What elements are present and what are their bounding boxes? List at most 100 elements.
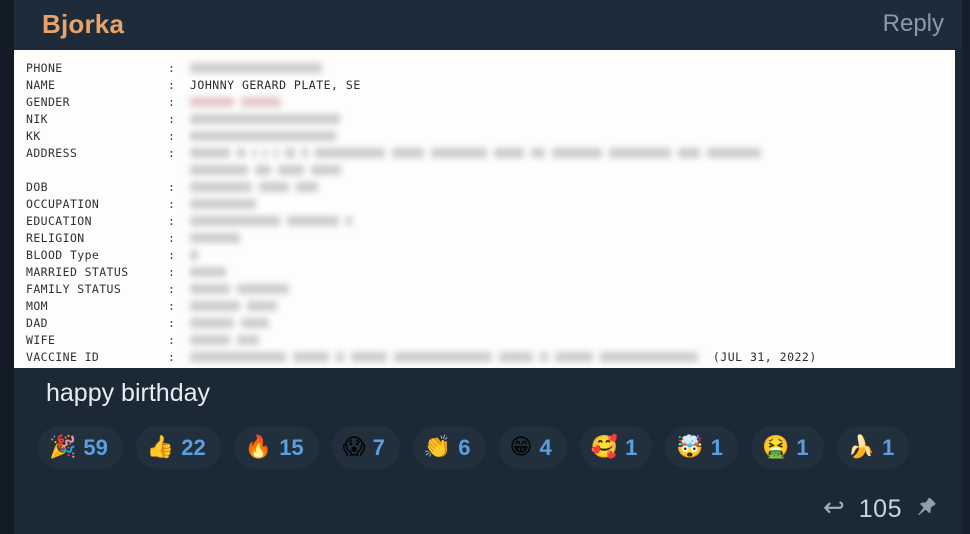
data-field-value-redacted	[190, 332, 817, 349]
reaction-chip-banana[interactable]: 🍌 1	[836, 426, 910, 469]
data-field-row: ADDRESS:	[26, 145, 817, 179]
thumbs-up-icon: 👍	[146, 434, 175, 460]
redaction-bar	[241, 96, 281, 107]
redaction-bar	[247, 300, 277, 311]
data-field-label: NIK	[26, 112, 48, 126]
data-field-value-redacted	[190, 196, 817, 213]
data-field-separator: :	[168, 95, 175, 109]
redaction-bar	[336, 351, 344, 362]
redaction-bar	[190, 334, 230, 345]
data-field-value-redacted	[190, 128, 817, 145]
data-field-row: OCCUPATION:	[26, 196, 817, 213]
redaction-bar	[394, 351, 492, 362]
leaked-data-document: PHONE: NAME: JOHNNY GERARD PLATE, SE GENDER…	[14, 50, 955, 368]
data-field-row: BLOOD Type:	[26, 247, 817, 264]
reaction-chip-fire[interactable]: 🔥 15	[233, 426, 319, 469]
redaction-bar	[278, 164, 304, 175]
redaction-bar	[311, 164, 341, 175]
reaction-chip-party-popper[interactable]: 🎉 59	[38, 426, 123, 469]
redaction-bar	[555, 351, 593, 362]
data-field-label: GENDER	[26, 95, 70, 109]
data-field-row: KK:	[26, 128, 817, 145]
redaction-bar	[252, 147, 256, 158]
redaction-bar	[190, 198, 256, 209]
reaction-chip-thumbs-up[interactable]: 👍 22	[135, 426, 221, 469]
left-gutter	[0, 0, 14, 534]
data-field-value-redacted	[190, 145, 817, 179]
redaction-bar	[190, 266, 226, 277]
data-field-separator: :	[168, 299, 175, 313]
redaction-bar	[499, 351, 533, 362]
data-field-separator: :	[168, 112, 175, 126]
data-field-value-redacted	[190, 247, 817, 264]
redaction-bar	[190, 113, 340, 124]
reaction-chip-vomiting-face[interactable]: 🤮 1	[751, 426, 824, 469]
data-field-separator: :	[168, 350, 175, 364]
reaction-chip-grinning-face[interactable]: 😁 4	[498, 426, 567, 469]
data-field-value-redacted: (JUL 31, 2022)	[190, 349, 817, 366]
data-field-label: ADDRESS	[26, 146, 78, 160]
party-popper-icon: 🎉	[49, 434, 77, 460]
data-field-value-redacted	[190, 111, 817, 128]
exploding-head-icon: 🤯	[676, 434, 704, 460]
redaction-bar	[431, 147, 487, 158]
redaction-bar	[259, 181, 289, 192]
redaction-bar	[302, 147, 308, 158]
data-field-value: JOHNNY GERARD PLATE, SE	[190, 78, 361, 92]
data-field-label: DAD	[26, 316, 48, 330]
reaction-chip-screaming-face[interactable]: 😱 7	[331, 426, 400, 469]
reaction-chip-exploding-head[interactable]: 🤯 1	[665, 426, 739, 469]
reaction-count: 7	[372, 434, 385, 460]
message-text: happy birthday	[46, 379, 211, 407]
reaction-count: 4	[539, 434, 552, 460]
redaction-bar	[609, 147, 671, 158]
data-field-label: WIFE	[26, 333, 56, 347]
redaction-bar	[531, 147, 545, 158]
smiling-face-with-hearts-icon: 🥰	[590, 434, 619, 460]
redaction-bar	[190, 181, 252, 192]
data-field-separator: :	[168, 61, 175, 75]
redaction-bar	[552, 147, 602, 158]
data-field-value-redacted	[190, 94, 817, 111]
redaction-bar	[678, 147, 700, 158]
data-field-label: MARRIED STATUS	[26, 265, 129, 279]
data-field-row: DOB:	[26, 179, 817, 196]
vaccine-date: (JUL 31, 2022)	[698, 350, 817, 364]
data-field-label: PHONE	[26, 61, 63, 75]
redaction-line-wrap	[190, 162, 817, 179]
redaction-bar	[190, 300, 240, 311]
message-header: Bjorka Reply	[14, 0, 962, 48]
redaction-bar	[190, 215, 280, 226]
redaction-bar	[285, 147, 295, 158]
redaction-bar	[274, 147, 278, 158]
data-field-row: EDUCATION:	[26, 213, 817, 230]
redaction-bar	[190, 130, 336, 141]
data-field-separator: :	[168, 333, 175, 347]
data-field-separator: :	[168, 316, 175, 330]
reaction-chip-smiling-face-with-hearts[interactable]: 🥰 1	[579, 426, 653, 469]
redaction-bar	[190, 232, 240, 243]
data-field-separator: :	[168, 282, 175, 296]
data-field-separator: :	[168, 265, 175, 279]
data-fields-table: PHONE: NAME: JOHNNY GERARD PLATE, SE GENDER…	[26, 60, 817, 366]
redaction-bar	[190, 317, 234, 328]
reaction-count: 1	[796, 434, 809, 460]
data-field-label: MOM	[26, 299, 48, 313]
data-field-separator: :	[168, 78, 175, 92]
pin-icon[interactable]	[916, 496, 940, 520]
redaction-bar	[255, 164, 271, 175]
clapping-hands-icon: 👏	[423, 434, 452, 460]
redaction-bar	[315, 147, 385, 158]
data-field-label: NAME	[26, 78, 56, 92]
data-field-separator: :	[168, 129, 175, 143]
data-field-separator: :	[168, 180, 175, 194]
reply-arrow-icon[interactable]: ↩	[823, 494, 845, 520]
data-field-label: KK	[26, 129, 41, 143]
data-field-value-redacted	[190, 281, 817, 298]
redaction-bar	[600, 351, 698, 362]
reply-button[interactable]: Reply	[883, 12, 944, 36]
data-field-row: NAME: JOHNNY GERARD PLATE, SE	[26, 77, 817, 94]
data-field-label: OCCUPATION	[26, 197, 100, 211]
banana-icon: 🍌	[847, 434, 876, 460]
reaction-chip-clapping-hands[interactable]: 👏 6	[412, 426, 486, 469]
